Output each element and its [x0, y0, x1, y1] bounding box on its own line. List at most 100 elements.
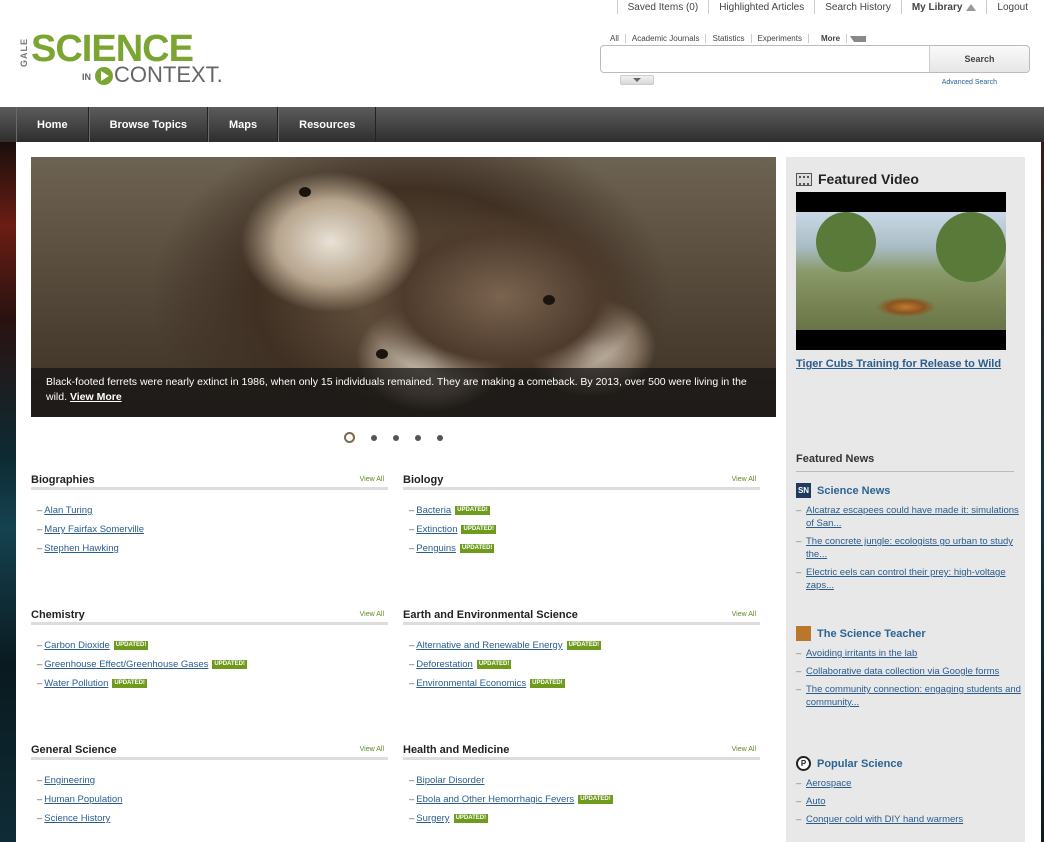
- slide-dot[interactable]: [344, 432, 355, 443]
- search-tab-all[interactable]: All: [604, 34, 626, 43]
- search-input[interactable]: [601, 46, 929, 72]
- news-link[interactable]: Conquer cold with DIY hand warmers: [806, 814, 963, 825]
- search-tab-statistics[interactable]: Statistics: [706, 34, 752, 43]
- topic-item: – Ebola and Other Hemorrhagic Fevers UPDAT…: [409, 794, 613, 805]
- topic-list: – Engineering – Human Population – Science Hi…: [31, 774, 388, 825]
- slide-dot[interactable]: [437, 434, 443, 441]
- news-link[interactable]: Auto: [806, 796, 826, 807]
- topic-link[interactable]: Carbon Dioxide: [44, 640, 109, 651]
- topic-link[interactable]: Science History: [44, 813, 110, 824]
- topic-item: – Human Population: [37, 794, 123, 805]
- topic-item: – Carbon Dioxide UPDATED!: [37, 640, 149, 651]
- news-source-header[interactable]: P Popular Science: [796, 756, 1021, 771]
- view-all-link[interactable]: View All: [360, 611, 384, 618]
- ferret-eye: [299, 187, 311, 197]
- news-link[interactable]: Alcatraz escapees could have made it: si…: [806, 505, 1019, 529]
- topic-link[interactable]: Ebola and Other Hemorrhagic Fevers: [416, 794, 574, 805]
- logout-link[interactable]: Logout: [986, 0, 1038, 14]
- topic-link[interactable]: Surgery: [416, 813, 449, 824]
- news-link[interactable]: Avoiding irritants in the lab: [806, 648, 917, 659]
- nav-home[interactable]: Home: [16, 107, 89, 142]
- topic-link[interactable]: Bipolar Disorder: [416, 775, 484, 786]
- featured-video-player[interactable]: [796, 192, 1006, 350]
- topic-item: – Bacteria UPDATED!: [409, 505, 490, 516]
- logo-context: CONTEXT.: [114, 62, 223, 87]
- nav-maps[interactable]: Maps: [208, 107, 279, 142]
- view-all-link[interactable]: View All: [360, 476, 384, 483]
- news-source-header[interactable]: SN Science News: [796, 483, 1021, 498]
- section-title: General Science: [31, 742, 388, 760]
- news-link[interactable]: The community connection: engaging stude…: [806, 684, 1021, 708]
- topic-link[interactable]: Engineering: [44, 775, 95, 786]
- background-art-left: [0, 142, 16, 842]
- updated-badge: UPDATED!: [476, 659, 512, 669]
- search-history-link[interactable]: Search History: [814, 0, 901, 14]
- news-link[interactable]: Aerospace: [806, 778, 851, 789]
- topic-link[interactable]: Deforestation: [416, 659, 473, 670]
- video-thumbnail: [796, 212, 1006, 330]
- topic-link[interactable]: Human Population: [44, 794, 122, 805]
- topic-link[interactable]: Alternative and Renewable Energy: [416, 640, 562, 651]
- nav-resources[interactable]: Resources: [278, 107, 377, 142]
- news-item: Aerospace: [796, 777, 1021, 790]
- science-news-icon: SN: [796, 483, 811, 498]
- topic-link[interactable]: Extinction: [416, 524, 457, 535]
- saved-items-link[interactable]: Saved Items (0): [616, 0, 709, 14]
- featured-video-link[interactable]: Tiger Cubs Training for Release to Wild: [796, 357, 1011, 371]
- slide-dot[interactable]: [371, 434, 377, 441]
- topic-link[interactable]: Alan Turing: [44, 505, 92, 516]
- topic-link[interactable]: Mary Fairfax Somerville: [44, 524, 144, 535]
- search-options-toggle[interactable]: [620, 75, 654, 85]
- slide-dot[interactable]: [415, 434, 421, 441]
- search-tab-more-label: More: [815, 34, 848, 43]
- search-button[interactable]: Search: [929, 46, 1029, 72]
- ferret-eye: [543, 295, 555, 305]
- chevron-down-icon: [633, 78, 641, 82]
- view-all-link[interactable]: View All: [732, 746, 756, 753]
- news-link[interactable]: Collaborative data collection via Google…: [806, 666, 999, 677]
- topic-link[interactable]: Water Pollution: [44, 678, 108, 689]
- hero-caption-text: Black-footed ferrets were nearly extinct…: [46, 376, 747, 403]
- featured-video-heading: Featured Video: [796, 171, 919, 187]
- topic-item: – Engineering: [37, 775, 96, 786]
- view-all-link[interactable]: View All: [732, 476, 756, 483]
- topic-link[interactable]: Stephen Hawking: [44, 543, 118, 554]
- search-tab-academic-journals[interactable]: Academic Journals: [626, 34, 707, 43]
- topic-item: – Greenhouse Effect/Greenhouse Gases UPDAT…: [37, 659, 247, 670]
- updated-badge: UPDATED!: [113, 640, 149, 650]
- topic-item: – Penguins UPDATED!: [409, 543, 495, 554]
- news-link[interactable]: Electric eels can control their prey: hi…: [806, 567, 1006, 591]
- updated-badge: UPDATED!: [212, 659, 247, 669]
- video-icon: [796, 172, 812, 186]
- section-title: Biographies: [31, 472, 388, 490]
- site-logo[interactable]: GALE SCIENCE IN CONTEXT.: [19, 28, 223, 90]
- news-link[interactable]: The concrete jungle: ecologists go urban…: [806, 536, 1013, 560]
- topic-link[interactable]: Environmental Economics: [416, 678, 526, 689]
- news-item: Electric eels can control their prey: hi…: [796, 566, 1021, 592]
- highlighted-articles-link[interactable]: Highlighted Articles: [708, 0, 814, 14]
- topic-link[interactable]: Penguins: [416, 543, 456, 554]
- updated-badge: UPDATED!: [112, 678, 147, 688]
- news-item: Collaborative data collection via Google…: [796, 665, 1021, 678]
- view-all-link[interactable]: View All: [732, 611, 756, 618]
- sidebar: Featured Video Tiger Cubs Training for R…: [786, 157, 1025, 842]
- news-source-header[interactable]: The Science Teacher: [796, 626, 1021, 641]
- hero-slideshow[interactable]: Black-footed ferrets were nearly extinct…: [31, 157, 776, 417]
- view-all-link[interactable]: View All: [360, 746, 384, 753]
- my-library-link[interactable]: My Library: [900, 0, 987, 14]
- news-list: Avoiding irritants in the lab Collaborati…: [796, 647, 1021, 709]
- topic-link[interactable]: Bacteria: [416, 505, 451, 516]
- hero-view-more-link[interactable]: View More: [70, 391, 122, 403]
- search-tab-more[interactable]: More: [809, 34, 872, 43]
- featured-video-title: Featured Video: [818, 171, 919, 187]
- topic-section: General Science View All – Engineering – Hu…: [31, 742, 388, 831]
- advanced-search-link[interactable]: Advanced Search: [942, 79, 997, 86]
- topic-item: – Alan Turing: [37, 505, 93, 516]
- topic-link[interactable]: Greenhouse Effect/Greenhouse Gases: [44, 659, 208, 670]
- nav-browse-topics[interactable]: Browse Topics: [88, 107, 208, 142]
- news-item: Avoiding irritants in the lab: [796, 647, 1021, 660]
- slide-dot[interactable]: [393, 434, 399, 441]
- search-tab-experiments[interactable]: Experiments: [752, 34, 809, 43]
- featured-news-title: Featured News: [796, 453, 1014, 472]
- news-source-name: The Science Teacher: [817, 627, 926, 640]
